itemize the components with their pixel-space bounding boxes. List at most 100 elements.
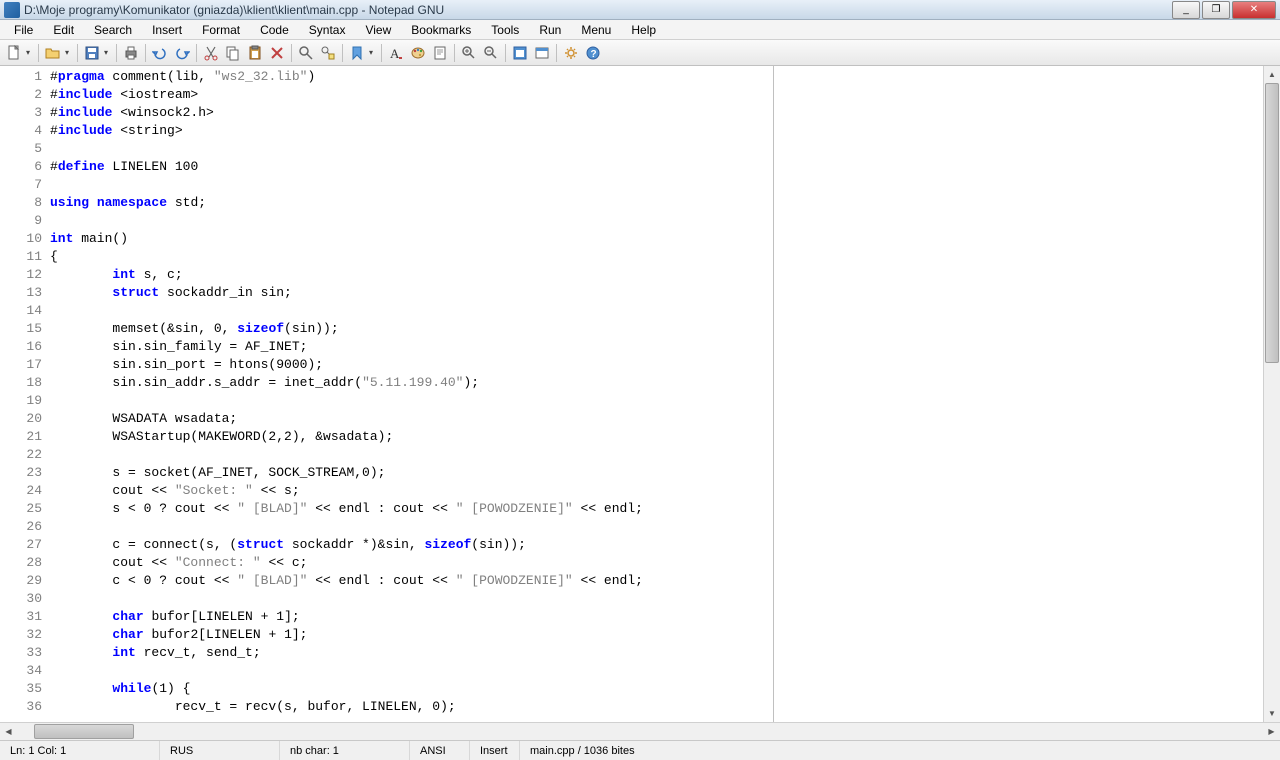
page-setup-icon[interactable] [430,43,450,63]
find-icon[interactable] [296,43,316,63]
code-line[interactable]: memset(&sin, 0, sizeof(sin)); [50,320,1263,338]
window-icon[interactable] [532,43,552,63]
save-dropdown-icon[interactable]: ▾ [104,48,112,57]
line-number: 2 [0,86,42,104]
new-dropdown-icon[interactable]: ▾ [26,48,34,57]
menu-insert[interactable]: Insert [142,21,192,39]
open-dropdown-icon[interactable]: ▾ [65,48,73,57]
status-language: RUS [160,741,280,760]
redo-icon[interactable] [172,43,192,63]
menu-format[interactable]: Format [192,21,250,39]
save-icon[interactable] [82,43,102,63]
vertical-scrollbar[interactable]: ▲ ▼ [1263,66,1280,722]
code-line[interactable] [50,590,1263,608]
code-line[interactable]: while(1) { [50,680,1263,698]
scroll-thumb[interactable] [1265,83,1279,363]
hscroll-thumb[interactable] [34,724,134,739]
line-number: 10 [0,230,42,248]
code-area[interactable]: #pragma comment(lib, "ws2_32.lib")#inclu… [48,66,1263,722]
line-number: 36 [0,698,42,716]
status-insert: Insert [470,741,520,760]
bookmark-dropdown-icon[interactable]: ▾ [369,48,377,57]
code-line[interactable]: int main() [50,230,1263,248]
delete-icon[interactable] [267,43,287,63]
scroll-right-icon[interactable]: ▶ [1263,723,1280,740]
code-line[interactable] [50,212,1263,230]
status-encoding: ANSI [410,741,470,760]
code-line[interactable] [50,302,1263,320]
code-line[interactable]: cout << "Connect: " << c; [50,554,1263,572]
code-line[interactable]: using namespace std; [50,194,1263,212]
code-line[interactable] [50,662,1263,680]
font-icon[interactable]: A [386,43,406,63]
code-line[interactable] [50,392,1263,410]
bookmark-icon[interactable] [347,43,367,63]
code-line[interactable]: char bufor2[LINELEN + 1]; [50,626,1263,644]
color-icon[interactable] [408,43,428,63]
code-line[interactable]: sin.sin_port = htons(9000); [50,356,1263,374]
code-line[interactable]: s < 0 ? cout << " [BLAD]" << endl : cout… [50,500,1263,518]
copy-icon[interactable] [223,43,243,63]
print-icon[interactable] [121,43,141,63]
zoom-out-icon[interactable] [481,43,501,63]
paste-icon[interactable] [245,43,265,63]
status-file: main.cpp / 1036 bites [520,741,1280,760]
menu-menu[interactable]: Menu [571,21,621,39]
open-file-icon[interactable] [43,43,63,63]
zoom-in-icon[interactable] [459,43,479,63]
scroll-up-icon[interactable]: ▲ [1264,66,1280,83]
menu-edit[interactable]: Edit [43,21,84,39]
code-line[interactable]: #include <string> [50,122,1263,140]
panel-separator[interactable] [773,66,774,722]
code-line[interactable]: sin.sin_family = AF_INET; [50,338,1263,356]
menu-syntax[interactable]: Syntax [299,21,356,39]
line-number: 1 [0,68,42,86]
menu-run[interactable]: Run [529,21,571,39]
code-line[interactable]: WSAStartup(MAKEWORD(2,2), &wsadata); [50,428,1263,446]
new-file-icon[interactable] [4,43,24,63]
code-line[interactable]: #pragma comment(lib, "ws2_32.lib") [50,68,1263,86]
line-number: 21 [0,428,42,446]
code-line[interactable]: sin.sin_addr.s_addr = inet_addr("5.11.19… [50,374,1263,392]
replace-icon[interactable] [318,43,338,63]
code-line[interactable]: struct sockaddr_in sin; [50,284,1263,302]
fullscreen-icon[interactable] [510,43,530,63]
settings-icon[interactable] [561,43,581,63]
code-line[interactable]: c = connect(s, (struct sockaddr *)&sin, … [50,536,1263,554]
minimize-button[interactable]: _ [1172,1,1200,19]
close-button[interactable]: ✕ [1232,1,1276,19]
code-line[interactable] [50,518,1263,536]
code-line[interactable]: cout << "Socket: " << s; [50,482,1263,500]
menu-file[interactable]: File [4,21,43,39]
menu-search[interactable]: Search [84,21,142,39]
code-line[interactable]: #include <winsock2.h> [50,104,1263,122]
editor[interactable]: 1234567891011121314151617181920212223242… [0,66,1280,722]
horizontal-scrollbar[interactable]: ◀ ▶ [0,722,1280,740]
scroll-down-icon[interactable]: ▼ [1264,705,1280,722]
menu-bookmarks[interactable]: Bookmarks [401,21,481,39]
undo-icon[interactable] [150,43,170,63]
code-line[interactable]: { [50,248,1263,266]
line-number: 14 [0,302,42,320]
code-line[interactable]: s = socket(AF_INET, SOCK_STREAM,0); [50,464,1263,482]
maximize-button[interactable]: ❐ [1202,1,1230,19]
code-line[interactable]: WSADATA wsadata; [50,410,1263,428]
code-line[interactable]: int s, c; [50,266,1263,284]
code-line[interactable]: recv_t = recv(s, bufor, LINELEN, 0); [50,698,1263,716]
code-line[interactable] [50,140,1263,158]
menu-code[interactable]: Code [250,21,299,39]
scroll-left-icon[interactable]: ◀ [0,723,17,740]
code-line[interactable]: c < 0 ? cout << " [BLAD]" << endl : cout… [50,572,1263,590]
code-line[interactable]: #include <iostream> [50,86,1263,104]
cut-icon[interactable] [201,43,221,63]
code-line[interactable]: #define LINELEN 100 [50,158,1263,176]
menu-tools[interactable]: Tools [481,21,529,39]
code-line[interactable] [50,446,1263,464]
menu-view[interactable]: View [355,21,401,39]
code-line[interactable]: int recv_t, send_t; [50,644,1263,662]
code-line[interactable]: char bufor[LINELEN + 1]; [50,608,1263,626]
line-number-gutter: 1234567891011121314151617181920212223242… [0,66,48,722]
code-line[interactable] [50,176,1263,194]
menu-help[interactable]: Help [621,21,666,39]
help-icon[interactable]: ? [583,43,603,63]
